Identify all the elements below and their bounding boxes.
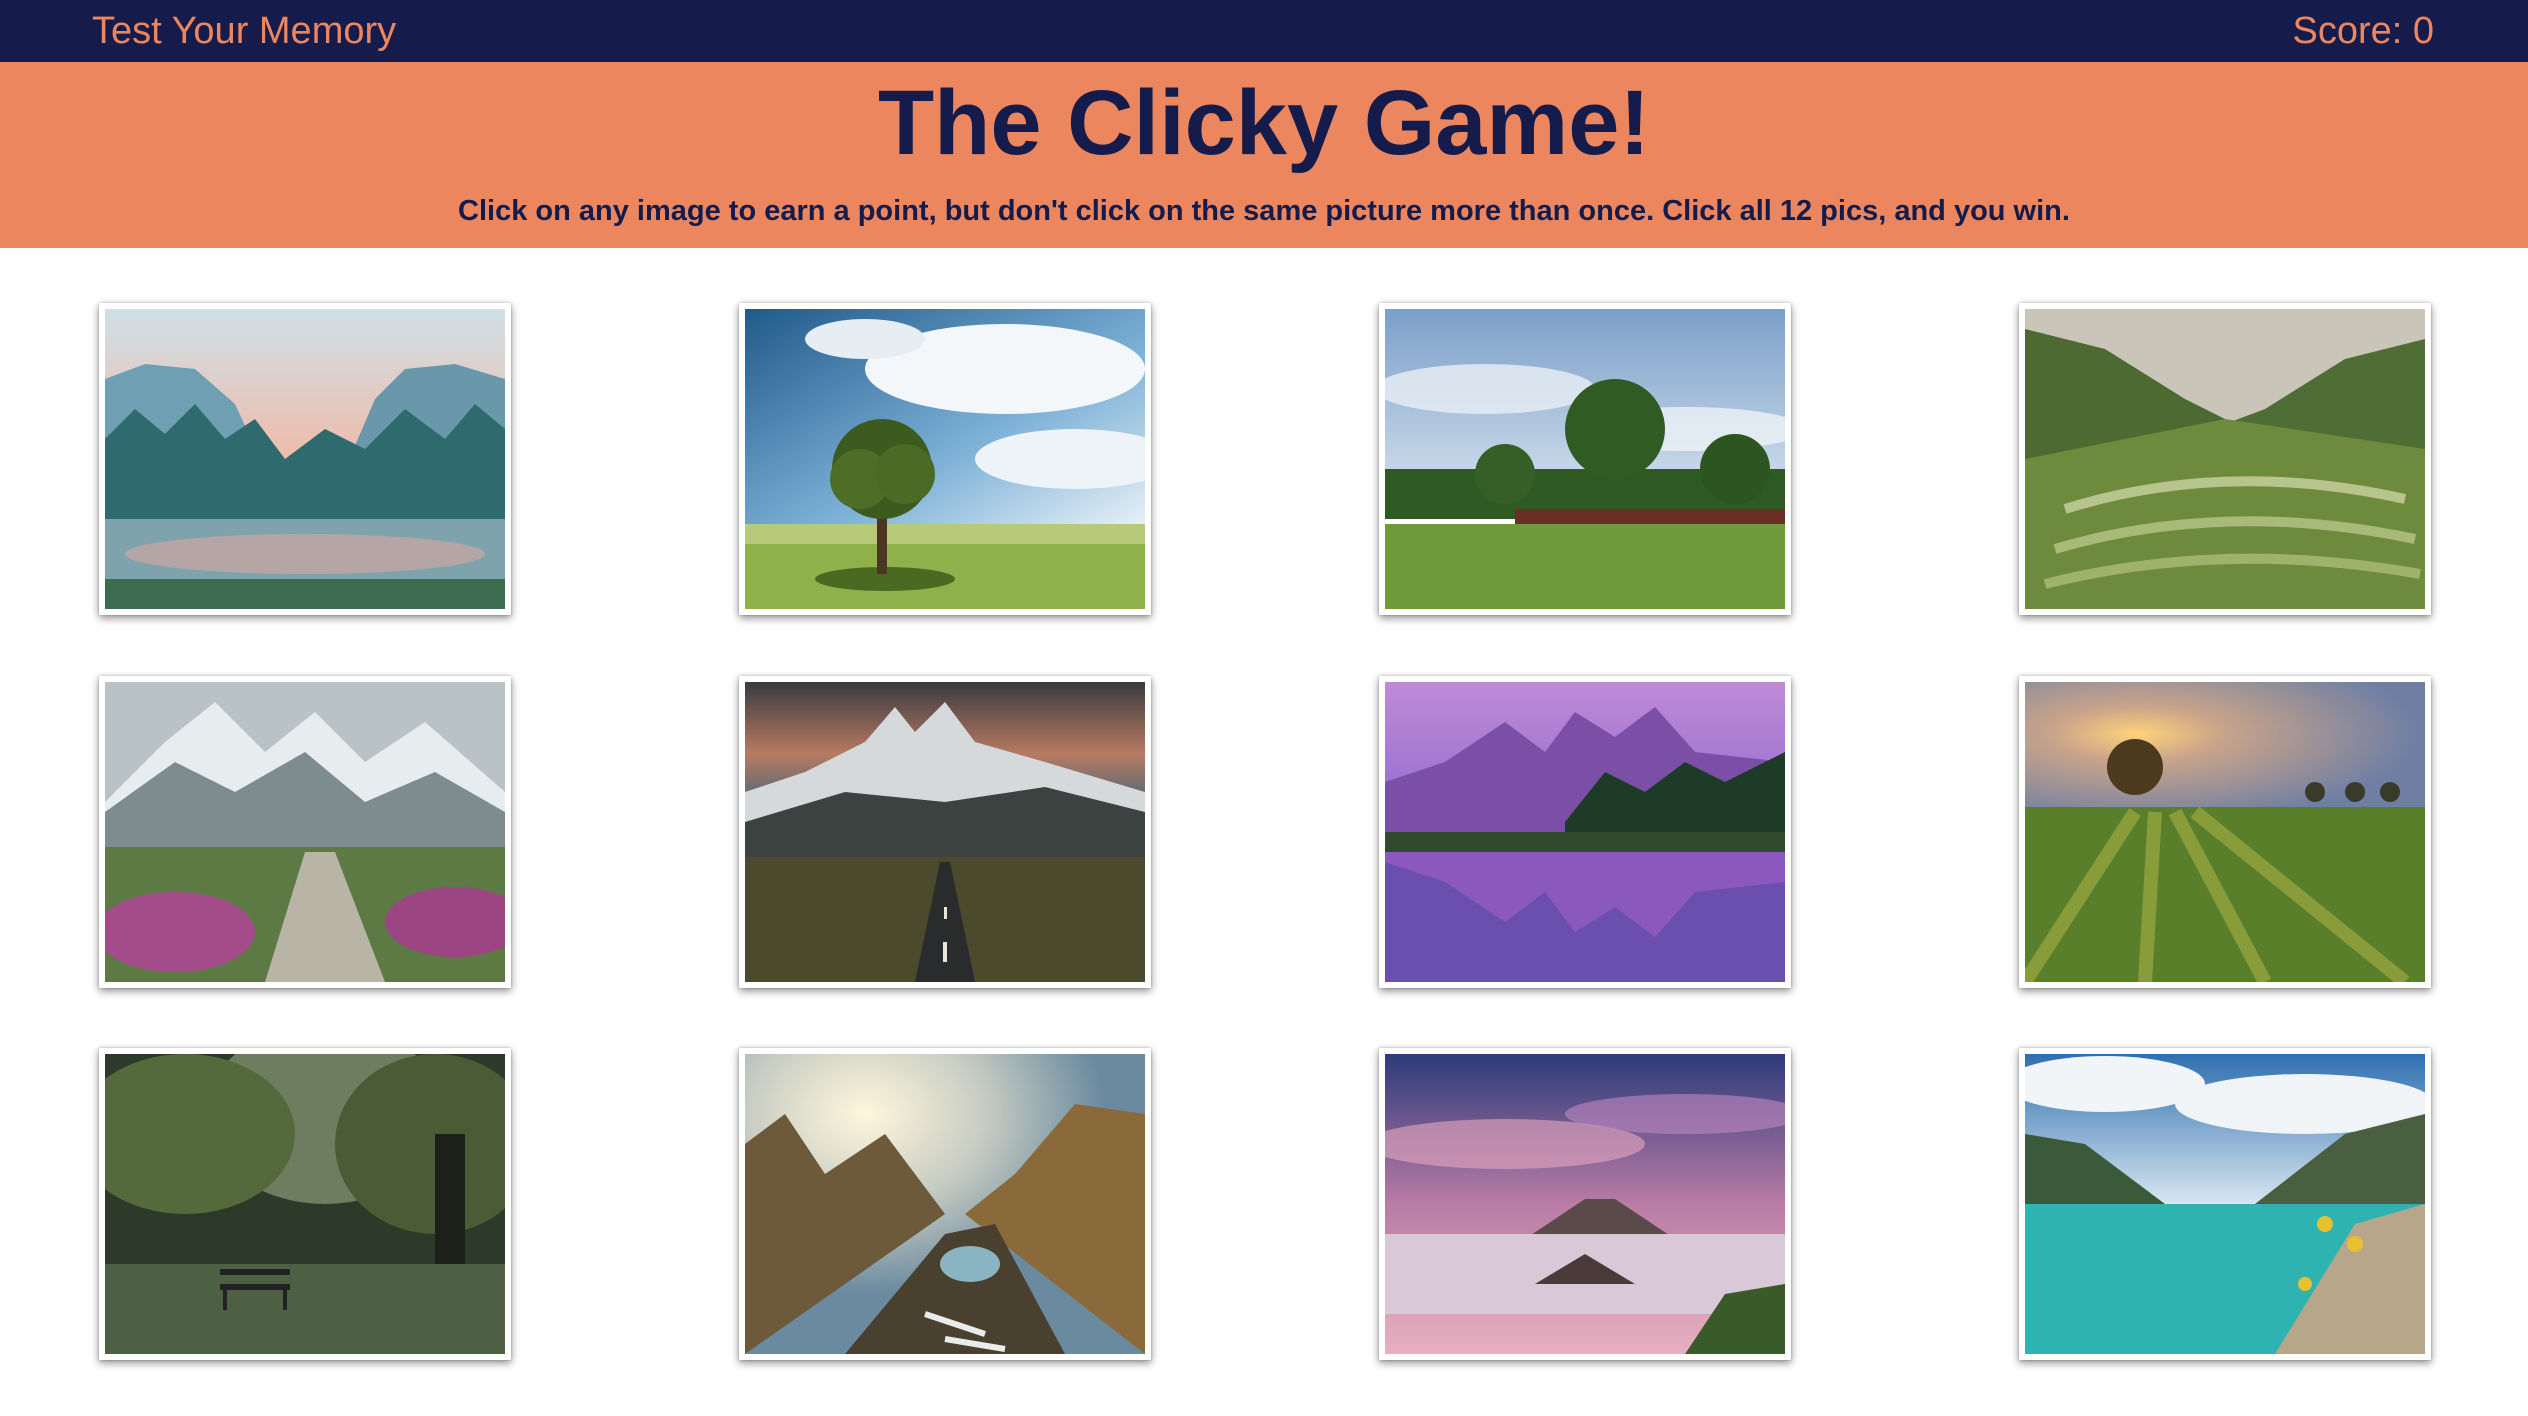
yosemite-valley-river-image: [105, 309, 505, 609]
sunset-tree-field-image: [2025, 682, 2425, 982]
image-card[interactable]: [739, 1048, 1151, 1360]
image-card[interactable]: [1379, 1048, 1791, 1360]
volcano-fog-sunrise-image: [1385, 1054, 1785, 1354]
header-banner: The Clicky Game! Click on any image to e…: [0, 62, 2528, 248]
mountain-stone-path-image: [105, 682, 505, 982]
image-card[interactable]: [739, 676, 1151, 988]
image-card[interactable]: [99, 676, 511, 988]
image-card[interactable]: [99, 303, 511, 615]
image-card[interactable]: [2019, 1048, 2431, 1360]
brand-title[interactable]: Test Your Memory: [92, 12, 396, 50]
score-display: Score: 0: [2292, 10, 2434, 52]
game-instructions: Click on any image to earn a point, but …: [458, 195, 2070, 227]
green-meadow-tree-image: [1385, 309, 1785, 609]
game-title: The Clicky Game!: [877, 72, 1651, 174]
image-card[interactable]: [1379, 303, 1791, 615]
rice-terraces-valley-image: [2025, 309, 2425, 609]
park-bench-trees-image: [105, 1054, 505, 1354]
image-card[interactable]: [2019, 303, 2431, 615]
image-card[interactable]: [739, 303, 1151, 615]
image-card[interactable]: [2019, 676, 2431, 988]
image-card[interactable]: [1379, 676, 1791, 988]
navbar: Test Your Memory Score: 0: [0, 0, 2528, 62]
lone-tree-field-image: [745, 309, 1145, 609]
mountain-road-image: [745, 682, 1145, 982]
turquoise-lake-mountains-image: [2025, 1054, 2425, 1354]
mountain-sunrise-lake-image: [745, 1054, 1145, 1354]
purple-lake-reflection-image: [1385, 682, 1785, 982]
image-card[interactable]: [99, 1048, 511, 1360]
